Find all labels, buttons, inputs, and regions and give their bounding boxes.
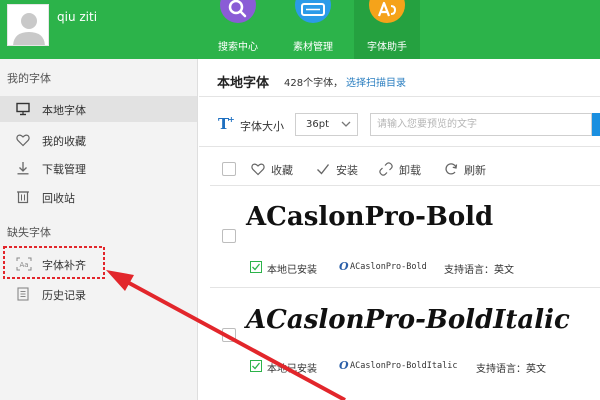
red-arrow-head <box>106 270 134 291</box>
highlight-box <box>3 246 105 279</box>
annotation-overlay <box>3 246 346 400</box>
red-arrow-shaft <box>117 275 346 400</box>
watermark: 头条@吾问图答 <box>497 382 567 393</box>
